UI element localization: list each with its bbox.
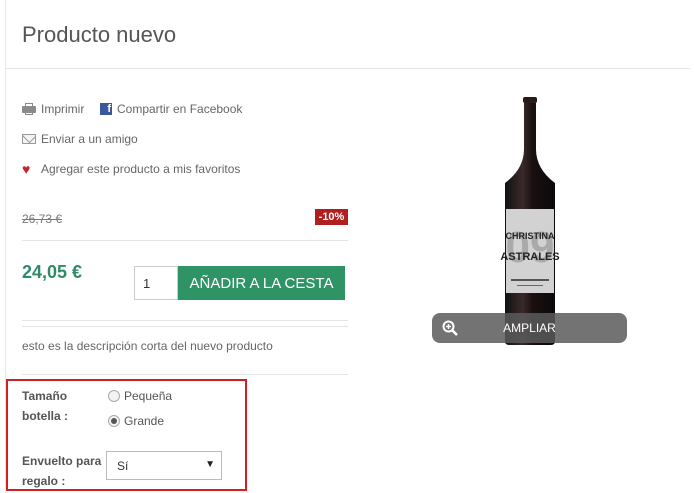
bottle-label-line2: ASTRALES bbox=[500, 251, 559, 263]
product-image[interactable]: 09 CHRISTINA ASTRALES bbox=[499, 97, 561, 345]
zoom-label: AMPLIAR bbox=[503, 321, 556, 335]
zoom-button[interactable]: AMPLIAR bbox=[432, 313, 627, 343]
page-title: Producto nuevo bbox=[22, 22, 177, 47]
quantity-input[interactable] bbox=[134, 266, 178, 300]
add-favorites-link[interactable]: ♥ Agregar este producto a mis favoritos bbox=[22, 162, 240, 176]
facebook-icon: f bbox=[100, 103, 112, 115]
size-option-large[interactable]: Grande bbox=[108, 414, 164, 428]
wine-bottle-image: 09 CHRISTINA ASTRALES bbox=[500, 97, 560, 345]
gift-label: Envuelto para regalo : bbox=[22, 451, 101, 491]
short-description: esto es la descripción corta del nuevo p… bbox=[22, 339, 273, 353]
divider bbox=[22, 374, 348, 375]
share-facebook-link[interactable]: f Compartir en Facebook bbox=[100, 102, 242, 116]
envelope-icon bbox=[22, 134, 36, 144]
divider bbox=[22, 240, 348, 241]
printer-icon bbox=[22, 103, 36, 115]
current-price: 24,05 € bbox=[22, 262, 83, 282]
divider bbox=[22, 326, 348, 327]
size-label-line1: Tamaño bbox=[22, 389, 68, 403]
add-to-cart-button[interactable]: AÑADIR A LA CESTA bbox=[178, 266, 345, 300]
send-friend-link[interactable]: Enviar a un amigo bbox=[22, 132, 138, 146]
send-friend-label: Enviar a un amigo bbox=[41, 132, 138, 146]
bottle-label-line1: CHRISTINA bbox=[506, 231, 555, 241]
size-option-label: Pequeña bbox=[124, 389, 173, 403]
radio-button-selected[interactable] bbox=[108, 415, 120, 427]
gift-wrap-value: Sí bbox=[117, 458, 129, 473]
print-link[interactable]: Imprimir bbox=[22, 102, 84, 116]
gift-wrap-select[interactable]: Sí ▼ bbox=[106, 451, 222, 480]
gift-label-line1: Envuelto para bbox=[22, 454, 102, 468]
size-label-line2: botella : bbox=[22, 409, 69, 423]
discount-badge: -10% bbox=[315, 209, 348, 225]
radio-button[interactable] bbox=[108, 390, 120, 402]
share-facebook-label: Compartir en Facebook bbox=[117, 102, 243, 116]
heart-icon: ♥ bbox=[22, 161, 31, 177]
add-favorites-label: Agregar este producto a mis favoritos bbox=[41, 162, 241, 176]
old-price: 26,73 € bbox=[22, 212, 63, 226]
size-option-label: Grande bbox=[124, 414, 165, 428]
gift-label-line2: regalo : bbox=[22, 474, 66, 488]
chevron-down-icon: ▼ bbox=[205, 459, 215, 470]
divider bbox=[22, 320, 348, 321]
size-label: Tamaño botella : bbox=[22, 386, 68, 426]
print-label: Imprimir bbox=[41, 102, 85, 116]
size-option-small[interactable]: Pequeña bbox=[108, 389, 172, 403]
title-divider bbox=[6, 68, 690, 69]
